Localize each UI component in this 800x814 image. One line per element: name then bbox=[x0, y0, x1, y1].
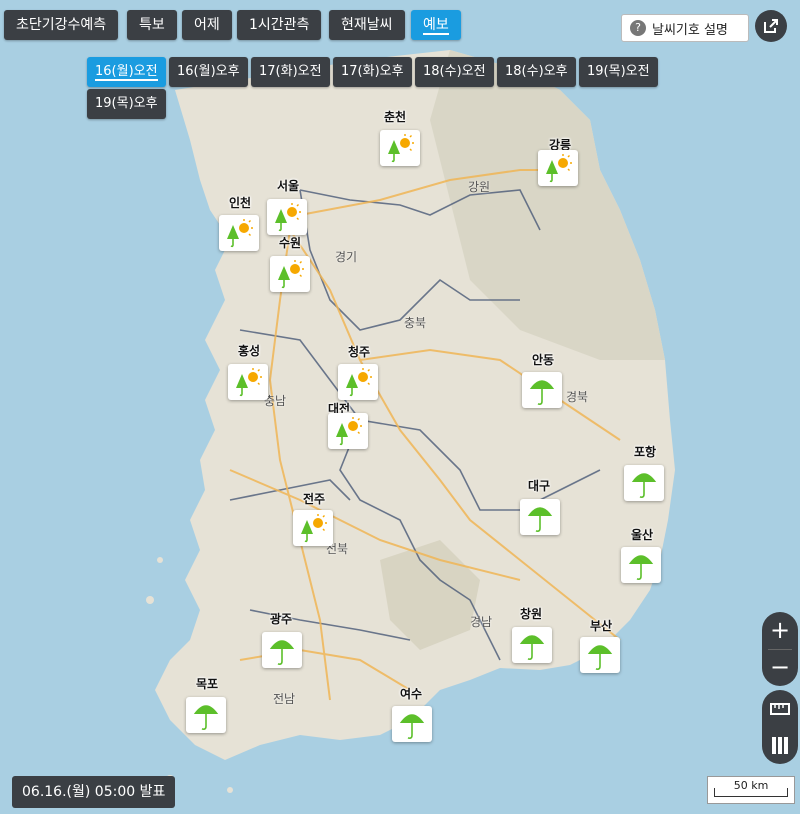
day-label: 17(화)오후 bbox=[341, 64, 404, 79]
region-label: 충북 bbox=[404, 316, 427, 330]
tab-label: 초단기강수예측 bbox=[16, 17, 107, 33]
tab-label: 현재날씨 bbox=[341, 17, 393, 33]
city-label: 광주 bbox=[270, 612, 293, 626]
tab-label: 특보 bbox=[139, 17, 165, 33]
day-19-am[interactable]: 19(목)오전 bbox=[579, 57, 658, 87]
scale-bar-line bbox=[714, 788, 788, 797]
map-layers-icon bbox=[772, 737, 788, 754]
map-tools bbox=[762, 690, 798, 764]
weather-icon-rain[interactable] bbox=[262, 632, 302, 668]
weather-icon-rain-sun[interactable] bbox=[293, 510, 333, 546]
city-label: 서울 bbox=[277, 179, 300, 193]
weather-icon-rain-sun[interactable] bbox=[267, 199, 307, 235]
legend-button-label: 날씨기호 설명 bbox=[652, 22, 728, 38]
day-label: 19(목)오전 bbox=[587, 64, 650, 79]
region-label: 강원 bbox=[468, 180, 491, 194]
day-17-am[interactable]: 17(화)오전 bbox=[251, 57, 330, 87]
city-label: 대구 bbox=[528, 479, 551, 493]
weather-icon-rain-sun[interactable] bbox=[538, 150, 578, 186]
weather-icon-rain[interactable] bbox=[186, 697, 226, 733]
day-label: 17(화)오전 bbox=[259, 64, 322, 79]
tab-warnings[interactable]: 특보 bbox=[127, 10, 177, 40]
city-label: 창원 bbox=[520, 607, 543, 621]
zoom-in-button[interactable]: + bbox=[762, 612, 798, 649]
day-17-pm[interactable]: 17(화)오후 bbox=[333, 57, 412, 87]
weather-symbol-legend-button[interactable]: ? 날씨기호 설명 bbox=[621, 14, 749, 42]
city-label: 부산 bbox=[590, 619, 613, 633]
question-icon: ? bbox=[630, 20, 646, 36]
weather-icon-rain[interactable] bbox=[624, 465, 664, 501]
tab-forecast[interactable]: 예보 bbox=[411, 10, 461, 40]
zoom-out-button[interactable]: − bbox=[762, 649, 798, 686]
day-label: 16(월)오후 bbox=[177, 64, 240, 79]
city-label: 안동 bbox=[532, 353, 555, 367]
weather-icon-rain-sun[interactable] bbox=[219, 215, 259, 251]
weather-icon-rain-sun[interactable] bbox=[328, 413, 368, 449]
ruler-button[interactable] bbox=[762, 690, 798, 727]
region-label: 전남 bbox=[273, 692, 296, 706]
city-label: 춘천 bbox=[384, 110, 407, 124]
share-button[interactable] bbox=[755, 10, 787, 42]
day-18-pm[interactable]: 18(수)오후 bbox=[497, 57, 576, 87]
city-label: 청주 bbox=[348, 345, 371, 359]
tab-label: 1시간관측 bbox=[249, 17, 310, 33]
weather-icon-rain[interactable] bbox=[580, 637, 620, 673]
region-label: 경기 bbox=[335, 250, 358, 264]
zoom-control: + − bbox=[762, 612, 798, 686]
day-label: 18(수)오전 bbox=[423, 64, 486, 79]
day-label: 18(수)오후 bbox=[505, 64, 568, 79]
city-label: 포항 bbox=[634, 445, 657, 459]
city-label: 전주 bbox=[303, 492, 326, 506]
city-label: 여수 bbox=[400, 687, 423, 701]
issued-time: 06.16.(월) 05:00 발표 bbox=[12, 776, 176, 808]
city-label: 홍성 bbox=[238, 344, 261, 358]
tab-label: 어제 bbox=[194, 17, 220, 33]
tab-label: 예보 bbox=[423, 17, 449, 35]
tab-short-term-precip[interactable]: 초단기강수예측 bbox=[4, 10, 119, 40]
weather-map[interactable]: 초단기강수예측 특보 어제 1시간관측 현재날씨 예보 ? 날씨기호 설명 16… bbox=[0, 0, 800, 814]
day-16-am[interactable]: 16(월)오전 bbox=[87, 57, 166, 87]
city-label: 수원 bbox=[279, 236, 302, 250]
weather-icon-rain[interactable] bbox=[621, 547, 661, 583]
weather-icon-rain[interactable] bbox=[392, 706, 432, 742]
weather-icon-rain-sun[interactable] bbox=[338, 364, 378, 400]
weather-icon-rain-sun[interactable] bbox=[380, 130, 420, 166]
day-18-am[interactable]: 18(수)오전 bbox=[415, 57, 494, 87]
city-label: 인천 bbox=[229, 196, 252, 210]
tab-current-weather[interactable]: 현재날씨 bbox=[329, 10, 405, 40]
weather-icon-rain[interactable] bbox=[512, 627, 552, 663]
city-label: 목포 bbox=[196, 677, 219, 691]
weather-icon-rain[interactable] bbox=[522, 372, 562, 408]
region-label: 경북 bbox=[566, 390, 589, 404]
city-label: 울산 bbox=[631, 528, 654, 542]
scale-bar: 50 km bbox=[707, 776, 795, 804]
weather-icon-rain[interactable] bbox=[520, 499, 560, 535]
ruler-icon bbox=[770, 703, 790, 715]
day-19-pm[interactable]: 19(목)오후 bbox=[87, 89, 166, 119]
weather-icon-rain-sun[interactable] bbox=[228, 364, 268, 400]
weather-icon-rain-sun[interactable] bbox=[270, 256, 310, 292]
day-label: 19(목)오후 bbox=[95, 96, 158, 111]
day-label: 16(월)오전 bbox=[95, 64, 158, 81]
layers-button[interactable] bbox=[762, 727, 798, 764]
day-16-pm[interactable]: 16(월)오후 bbox=[169, 57, 248, 87]
region-label: 경남 bbox=[470, 615, 493, 629]
external-link-icon bbox=[764, 19, 778, 33]
tab-yesterday[interactable]: 어제 bbox=[182, 10, 232, 40]
tab-hourly-obs[interactable]: 1시간관측 bbox=[237, 10, 322, 40]
